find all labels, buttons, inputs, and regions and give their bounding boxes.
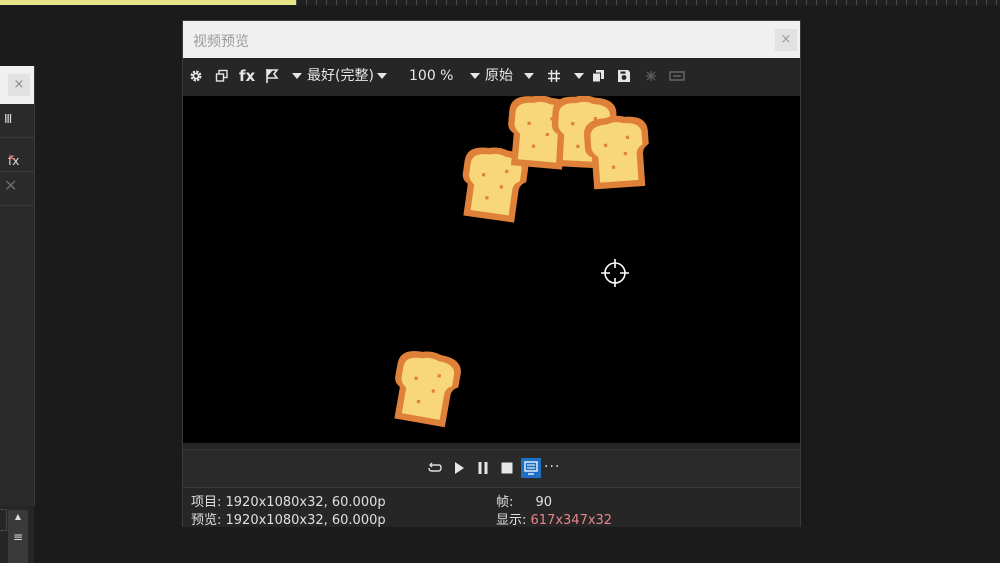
- left-panel-header: ×: [0, 66, 34, 104]
- remove-icon: ✕: [4, 176, 18, 195]
- bars-icon: Ⅲ: [4, 112, 13, 126]
- zoom-dropdown[interactable]: 100 %: [409, 66, 483, 86]
- stop-button[interactable]: [498, 459, 516, 477]
- stop-icon: [501, 462, 513, 474]
- grid-icon: [548, 70, 560, 82]
- scroll-thumb-icon[interactable]: ≡: [8, 524, 28, 550]
- save-snapshot-icon: [618, 70, 630, 82]
- video-canvas[interactable]: [183, 96, 800, 443]
- chevron-down-icon: [292, 73, 302, 79]
- crosshair-icon[interactable]: [600, 258, 630, 288]
- external-monitor-button[interactable]: [521, 458, 541, 478]
- window-close-button[interactable]: ×: [775, 29, 797, 51]
- size-label: 原始: [485, 68, 513, 84]
- loop-icon: [428, 462, 442, 472]
- window-titlebar: 视频预览 ×: [183, 21, 800, 58]
- display-button[interactable]: [669, 66, 685, 86]
- scroll-up-icon[interactable]: ▲: [8, 510, 28, 524]
- display-info: 显示: 617x347x32: [496, 513, 613, 528]
- quality-dropdown[interactable]: 最好(完整): [307, 66, 390, 86]
- chevron-down-icon: [376, 73, 387, 79]
- gear-icon: [190, 70, 202, 82]
- pause-icon: [478, 462, 488, 474]
- loop-button[interactable]: [426, 459, 444, 477]
- zoom-label: 100 %: [409, 68, 454, 84]
- left-panel-row-remove[interactable]: ✕: [0, 172, 34, 206]
- transport-bar: ···: [183, 449, 800, 488]
- status-bar: 项目: 1920x1080x32, 60.000p 预览: 1920x1080x…: [183, 487, 800, 528]
- pause-button[interactable]: [474, 459, 492, 477]
- size-dropdown[interactable]: 原始: [485, 66, 537, 86]
- quality-label: 最好(完整): [307, 68, 374, 84]
- window-copy-icon: [215, 69, 228, 82]
- more-options-button[interactable]: ···: [544, 459, 560, 475]
- external-monitor-icon: [524, 461, 538, 475]
- frame-info: 帧: 90: [496, 495, 553, 510]
- split-screen-button[interactable]: [265, 66, 279, 86]
- left-panel-close-button[interactable]: ×: [8, 74, 30, 96]
- panel-splitter: [0, 509, 7, 531]
- fx-icon: fx: [239, 67, 256, 85]
- timeline-ruler: [0, 0, 1000, 6]
- left-panel-row-fx[interactable]: fx ✕: [0, 138, 34, 172]
- copy-snapshot-button[interactable]: [591, 66, 605, 86]
- grid-dropdown[interactable]: [571, 66, 587, 86]
- split-flag-icon: [266, 69, 279, 83]
- toast-sprite: [388, 346, 464, 429]
- split-dropdown[interactable]: [289, 66, 305, 86]
- chevron-down-icon: [470, 73, 481, 79]
- overlay-button[interactable]: [643, 66, 659, 86]
- left-panel-row-bars[interactable]: Ⅲ: [0, 104, 34, 138]
- left-dock-panel: × Ⅲ fx ✕ ✕: [0, 66, 35, 506]
- video-preview-window: 视频预览 × fx 最好(完整) 100 % 原始 ··· 项目: 1920x1…: [182, 20, 801, 528]
- fx-button[interactable]: fx: [239, 66, 255, 86]
- chevron-down-icon: [574, 73, 584, 79]
- settings-button[interactable]: [189, 66, 203, 86]
- project-info: 项目: 1920x1080x32, 60.000p: [191, 495, 386, 510]
- play-icon: [455, 462, 464, 474]
- preview-info: 预览: 1920x1080x32, 60.000p: [191, 513, 386, 528]
- timeline-selection: [0, 0, 296, 5]
- window-title: 视频预览: [193, 34, 249, 50]
- scrollbar[interactable]: ▲ ≡: [8, 510, 28, 563]
- timeline-ticks: [296, 0, 1000, 5]
- copy-icon: [592, 70, 604, 83]
- toast-sprite: [582, 113, 652, 190]
- chevron-down-icon: [524, 73, 534, 79]
- display-icon: [669, 71, 685, 81]
- grid-button[interactable]: [547, 66, 561, 86]
- window-copy-button[interactable]: [215, 66, 229, 86]
- preview-frame: [388, 96, 652, 429]
- save-snapshot-button[interactable]: [617, 66, 631, 86]
- preview-toolbar: fx 最好(完整) 100 % 原始: [183, 58, 800, 94]
- play-button[interactable]: [450, 459, 468, 477]
- overlay-icon: [646, 71, 656, 81]
